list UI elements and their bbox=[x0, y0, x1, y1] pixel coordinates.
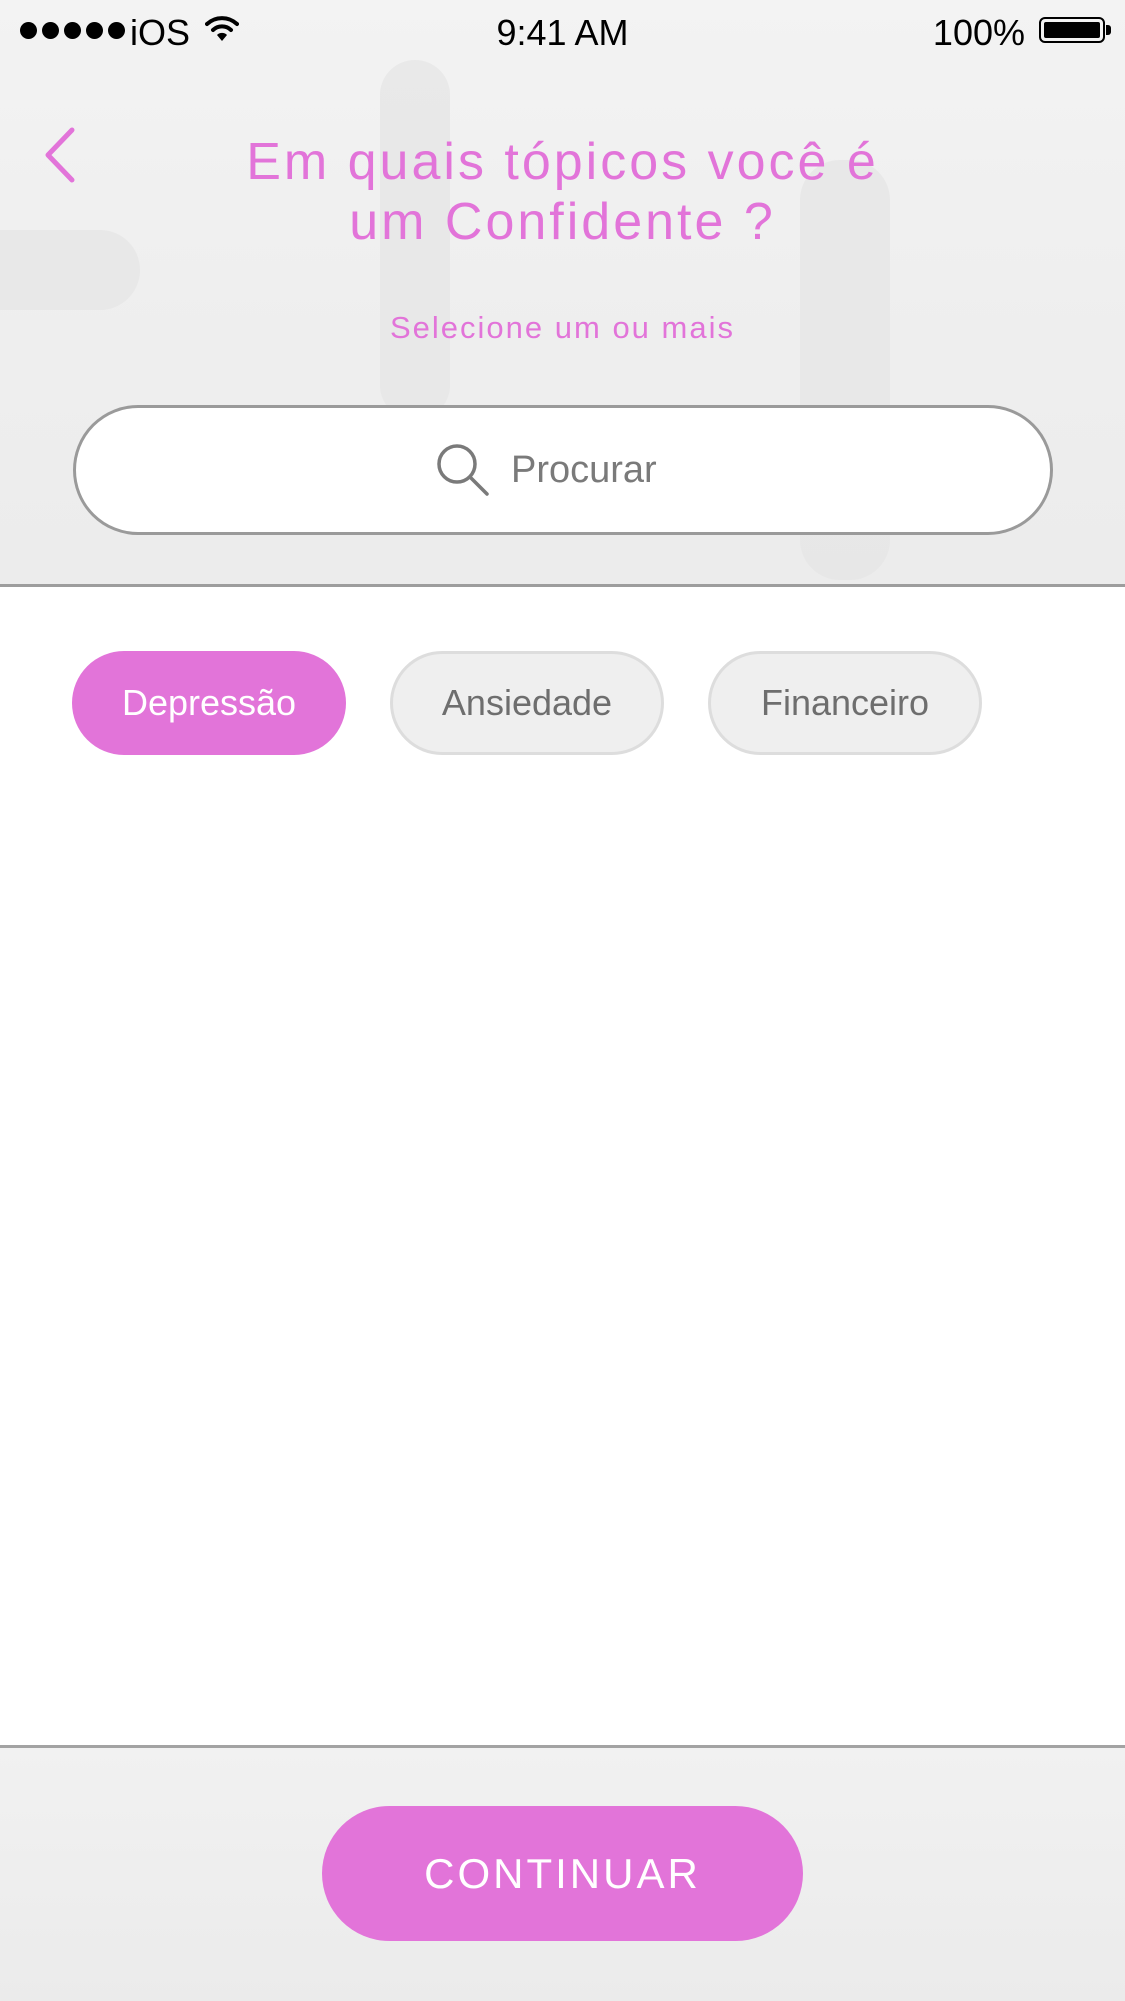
page-title: Em quais tópicos você é um Confidente ? bbox=[150, 132, 975, 252]
back-button[interactable] bbox=[30, 120, 90, 190]
continue-button[interactable]: CONTINUAR bbox=[322, 1806, 803, 1941]
search-icon bbox=[437, 444, 489, 496]
topic-chip-depressao[interactable]: Depressão bbox=[72, 651, 346, 755]
topic-chip-label: Financeiro bbox=[760, 682, 930, 723]
chevron-left-icon bbox=[45, 127, 75, 183]
topic-chip-label: Depressão bbox=[121, 682, 297, 723]
page-subtitle: Selecione um ou mais bbox=[390, 310, 735, 345]
background-shape bbox=[0, 230, 140, 310]
header-divider bbox=[0, 584, 1125, 587]
battery-icon bbox=[1039, 17, 1111, 43]
status-bar: iOS 9:41 AM 100% bbox=[0, 0, 1125, 66]
topic-chip-label: Ansiedade bbox=[441, 682, 613, 723]
topic-chip-financeiro[interactable]: Financeiro bbox=[708, 651, 982, 755]
search-box[interactable] bbox=[73, 405, 1053, 535]
topic-chip-ansiedade[interactable]: Ansiedade bbox=[390, 651, 664, 755]
battery-percentage: 100% bbox=[932, 12, 1025, 53]
page-title-line-2: um Confidente ? bbox=[349, 193, 776, 251]
page-title-line-1: Em quais tópicos você é bbox=[246, 133, 879, 191]
search-input[interactable] bbox=[511, 448, 691, 492]
